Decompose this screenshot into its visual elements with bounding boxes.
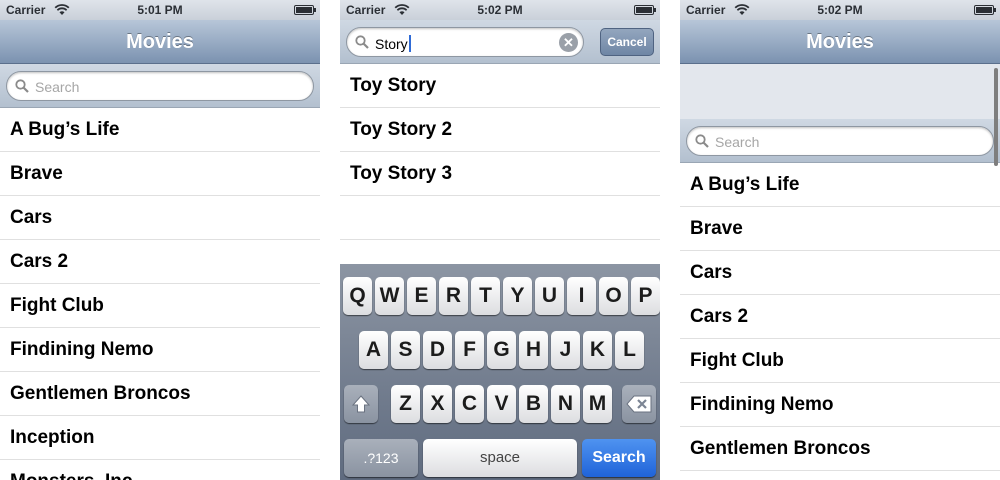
search-bar: Story ✕ Cancel [340,20,660,64]
navigation-bar: Movies [680,20,1000,64]
list-item[interactable]: Fight Club [0,284,320,328]
key-e[interactable]: E [407,277,436,315]
shift-key[interactable] [344,385,378,423]
search-input[interactable]: Search [6,71,314,101]
key-a[interactable]: A [359,331,388,369]
list-item[interactable]: A Bug’s Life [0,108,320,152]
key-p[interactable]: P [631,277,660,315]
key-u[interactable]: U [535,277,564,315]
search-bar: Search [680,119,1000,163]
key-q[interactable]: Q [343,277,372,315]
search-results-list: Toy Story Toy Story 2 Toy Story 3 [340,64,660,240]
key-j[interactable]: J [551,331,580,369]
list-item[interactable]: Toy Story 2 [340,108,660,152]
delete-key[interactable] [622,385,656,423]
list-item[interactable]: Inception [0,416,320,460]
list-item[interactable]: Toy Story 3 [340,152,660,196]
nav-title: Movies [806,31,874,53]
list-item[interactable]: Monsters, Inc [0,460,320,480]
search-bar: Search [0,64,320,108]
key-s[interactable]: S [391,331,420,369]
space-key[interactable]: space [423,439,577,477]
list-item[interactable]: Brave [0,152,320,196]
clear-icon: ✕ [563,35,574,50]
search-key[interactable]: Search [582,439,656,477]
keyboard: .?123 space Search QWERTYUIOP ASDFGHJKL ZX… [340,264,660,480]
key-n[interactable]: N [551,385,580,423]
key-m[interactable]: M [583,385,612,423]
key-f[interactable]: F [455,331,484,369]
search-icon [695,134,709,148]
key-x[interactable]: X [423,385,452,423]
scroll-indicator[interactable] [994,68,998,166]
status-bar: Carrier 5:02 PM [340,0,660,20]
cancel-button[interactable]: Cancel [600,28,654,56]
list-item[interactable]: Fight Club [680,339,1000,383]
status-bar: Carrier 5:01 PM [0,0,320,20]
list-item[interactable]: Cars [680,251,1000,295]
numbers-key[interactable]: .?123 [344,439,418,477]
list-item[interactable]: Cars 2 [680,295,1000,339]
movie-list: A Bug’s Life Brave Cars Cars 2 Fight Club Fin… [0,108,320,480]
list-item[interactable]: Findining Nemo [0,328,320,372]
key-g[interactable]: G [487,331,516,369]
clock: 5:02 PM [477,3,523,17]
screen-movies-list: Carrier 5:01 PM Movies Search A Bug’s Li… [0,0,320,480]
search-icon [355,35,369,49]
key-r[interactable]: R [439,277,468,315]
list-item[interactable]: A Bug’s Life [680,163,1000,207]
key-d[interactable]: D [423,331,452,369]
list-item[interactable]: Gentlemen Broncos [680,427,1000,471]
navigation-bar: Movies [0,20,320,64]
shift-icon [351,395,371,413]
key-h[interactable]: H [519,331,548,369]
key-z[interactable]: Z [391,385,420,423]
key-b[interactable]: B [519,385,548,423]
key-y[interactable]: Y [503,277,532,315]
text-caret [408,35,411,52]
list-item[interactable]: Toy Story [340,64,660,108]
list-item[interactable]: Gentlemen Broncos [0,372,320,416]
pull-down-area [680,64,1000,119]
key-l[interactable]: L [615,331,644,369]
key-t[interactable]: T [471,277,500,315]
search-icon [15,79,29,93]
key-v[interactable]: V [487,385,516,423]
clear-text-button[interactable]: ✕ [559,33,578,52]
status-bar: Carrier 5:02 PM [680,0,1000,20]
list-item[interactable]: Cars 2 [0,240,320,284]
nav-title: Movies [126,31,194,53]
search-placeholder: Search [35,79,80,95]
list-item[interactable]: Brave [680,207,1000,251]
movie-list: A Bug’s Life Brave Cars Cars 2 Fight Club Fin… [680,163,1000,471]
clock: 5:01 PM [137,3,183,17]
key-w[interactable]: W [375,277,404,315]
battery-icon [974,5,996,15]
screen-search-active: Carrier 5:02 PM Story ✕ Cancel Toy Story… [340,0,660,480]
key-c[interactable]: C [455,385,484,423]
key-i[interactable]: I [567,277,596,315]
search-input[interactable]: Search [686,126,994,156]
search-placeholder: Search [715,134,760,150]
empty-row [340,196,660,240]
clock: 5:02 PM [817,3,863,17]
battery-icon [634,5,656,15]
backspace-icon [626,395,652,413]
key-o[interactable]: O [599,277,628,315]
key-k[interactable]: K [583,331,612,369]
screen-movies-pulled-down: Carrier 5:02 PM Movies Search A Bug’s Li… [680,0,1000,480]
search-query: Story [375,35,411,52]
list-item[interactable]: Findining Nemo [680,383,1000,427]
battery-icon [294,5,316,15]
list-item[interactable]: Cars [0,196,320,240]
search-input[interactable]: Story ✕ [346,27,584,57]
